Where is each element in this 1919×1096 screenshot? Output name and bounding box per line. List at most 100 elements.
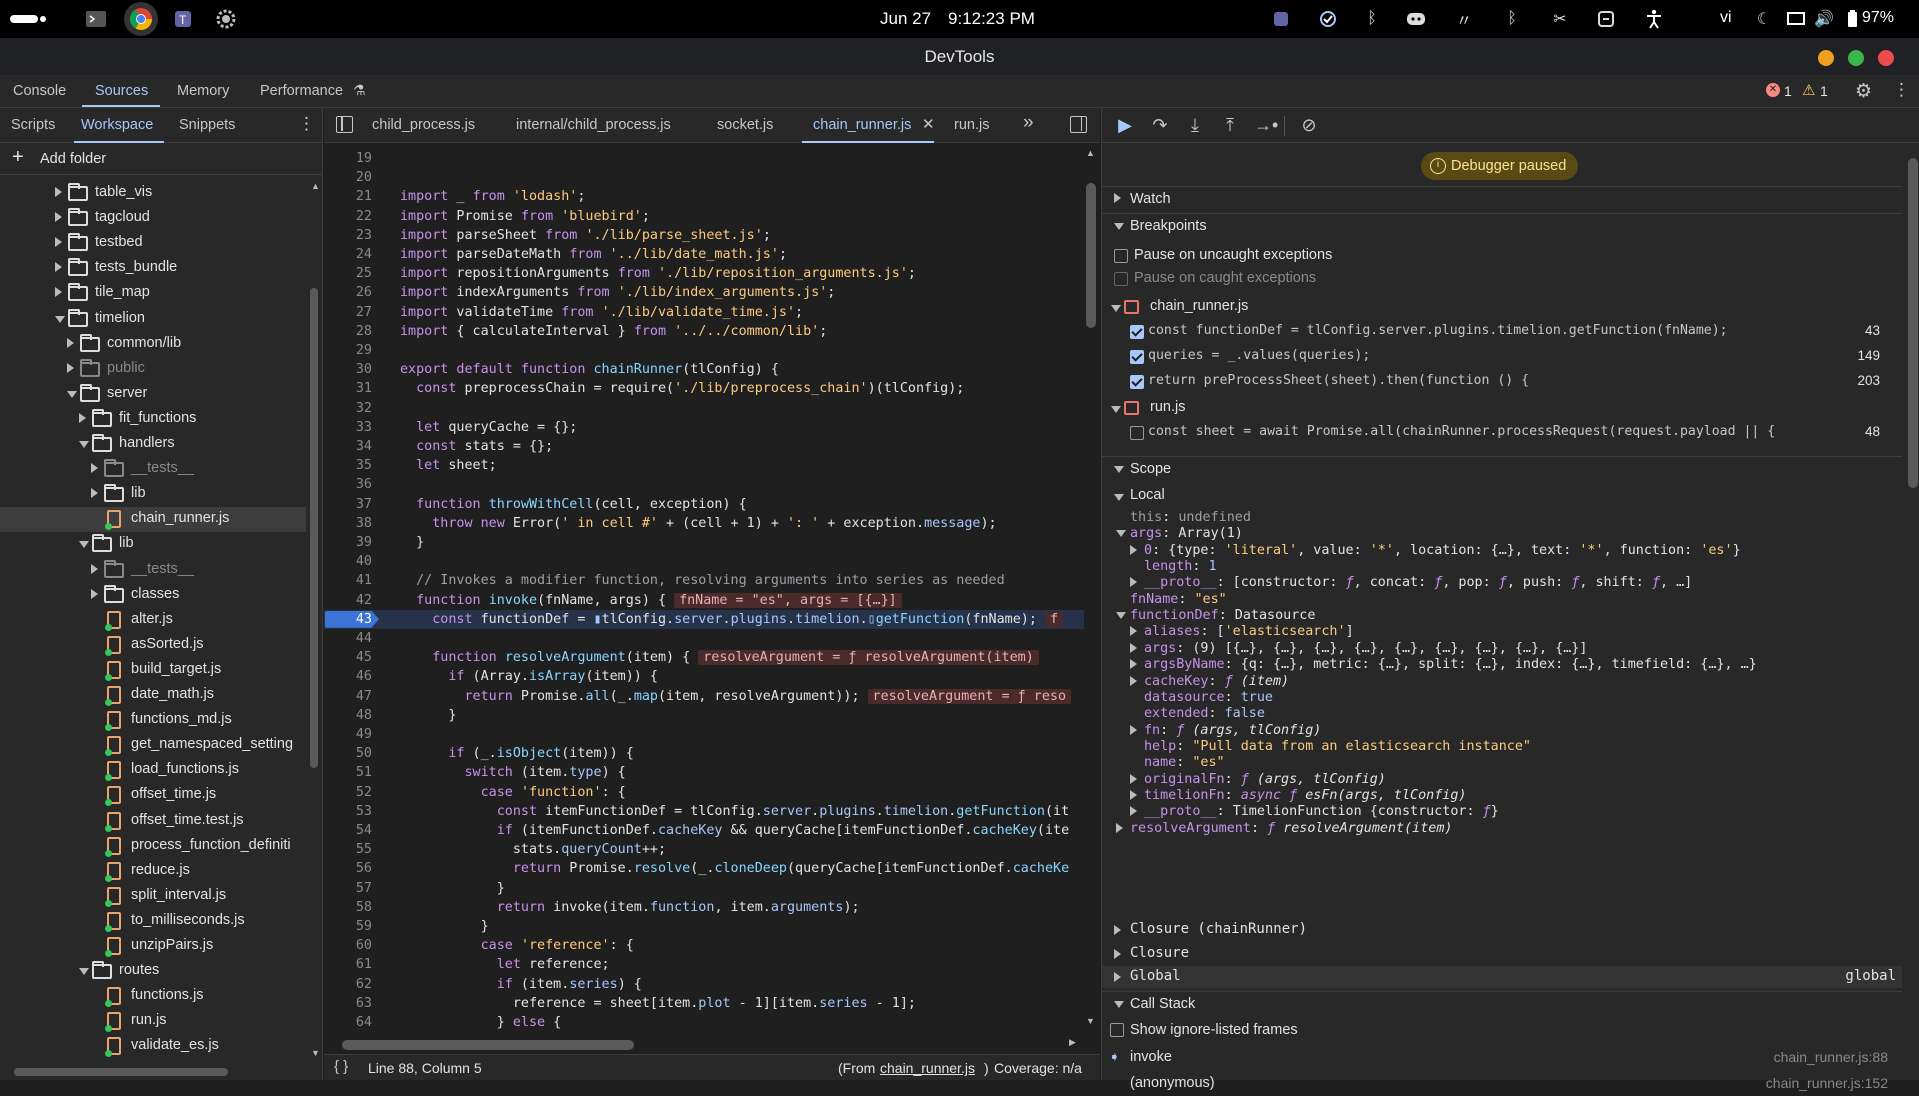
- line-number[interactable]: 48: [324, 706, 372, 725]
- error-icon[interactable]: ✕: [1766, 83, 1780, 97]
- breakpoint-item[interactable]: const sheet = await Promise.all(chainRun…: [1102, 422, 1902, 444]
- chevron-right-icon[interactable]: [1130, 642, 1137, 653]
- clock-date[interactable]: Jun 27: [880, 9, 931, 29]
- chevron-right-icon[interactable]: [1130, 724, 1137, 735]
- chevron-right-icon[interactable]: [91, 488, 98, 499]
- maximize-button[interactable]: [1848, 50, 1864, 66]
- code-line[interactable]: 59 }: [324, 917, 1084, 936]
- code-line[interactable]: 38 throw new Error(' in cell #' + (cell …: [324, 514, 1084, 533]
- code-line[interactable]: 57 }: [324, 879, 1084, 898]
- code-line[interactable]: 41 // Invokes a modifier function, resol…: [324, 571, 1084, 590]
- chevron-right-icon[interactable]: [91, 463, 98, 474]
- code-line[interactable]: 42 function invoke(fnName, args) {fnName…: [324, 591, 1084, 610]
- chevron-down-icon[interactable]: [55, 315, 65, 323]
- closure-row[interactable]: Closure: [1102, 943, 1902, 965]
- tree-file[interactable]: offset_time.test.js: [0, 809, 306, 834]
- toggle-navigator-icon[interactable]: [336, 116, 353, 133]
- call-frame[interactable]: ➧ invoke chain_runner.js:88: [1102, 1046, 1902, 1070]
- more-tabs-icon[interactable]: »: [1023, 112, 1034, 134]
- editor-tab-chain-runner[interactable]: chain_runner.js: [813, 117, 911, 133]
- code-line[interactable]: 33 let queryCache = {};: [324, 418, 1084, 437]
- chevron-right-icon[interactable]: [1130, 659, 1137, 670]
- tree-file[interactable]: run.js: [0, 1009, 306, 1034]
- tree-folder[interactable]: tagcloud: [0, 206, 306, 231]
- line-number[interactable]: 34: [324, 437, 372, 456]
- line-number[interactable]: 25: [324, 264, 372, 283]
- line-number[interactable]: 20: [324, 168, 372, 187]
- step-out-icon[interactable]: ⤒: [1219, 115, 1241, 137]
- chevron-right-icon[interactable]: [91, 588, 98, 599]
- breakpoint-item[interactable]: const functionDef = tlConfig.server.plug…: [1102, 321, 1902, 343]
- editor-tab-run[interactable]: run.js: [954, 117, 989, 133]
- line-number[interactable]: 31: [324, 379, 372, 398]
- breakpoint-item[interactable]: return preProcessSheet(sheet).then(funct…: [1102, 371, 1902, 393]
- navigator-more-icon[interactable]: ⋮: [298, 114, 315, 134]
- show-ignore-listed-checkbox[interactable]: [1110, 1023, 1124, 1037]
- code-line[interactable]: 19: [324, 149, 1084, 168]
- code-line[interactable]: 60 case 'reference': {: [324, 936, 1084, 955]
- line-number[interactable]: 60: [324, 936, 372, 955]
- line-number[interactable]: 44: [324, 629, 372, 648]
- tree-folder[interactable]: lib: [0, 482, 306, 507]
- chevron-right-icon[interactable]: [1130, 626, 1137, 637]
- tab-scripts[interactable]: Scripts: [11, 117, 55, 133]
- source-from-link[interactable]: chain_runner.js: [880, 1060, 975, 1076]
- chevron-down-icon[interactable]: [79, 441, 89, 448]
- add-folder-button[interactable]: + Add folder: [0, 143, 323, 175]
- code-line[interactable]: 39 }: [324, 533, 1084, 552]
- chevron-right-icon[interactable]: [55, 212, 62, 223]
- tree-folder[interactable]: routes: [0, 959, 306, 984]
- tree-file[interactable]: reduce.js: [0, 859, 306, 884]
- code-line[interactable]: 54 if (itemFunctionDef.cacheKey && query…: [324, 821, 1084, 840]
- sync-check-icon[interactable]: [1316, 7, 1340, 31]
- code-line[interactable]: 55 stats.queryCount++;: [324, 840, 1084, 859]
- line-number[interactable]: 29: [324, 341, 372, 360]
- scroll-down-icon[interactable]: ▼: [311, 1048, 320, 1058]
- accessibility-icon[interactable]: [1642, 7, 1666, 31]
- line-number[interactable]: 58: [324, 898, 372, 917]
- code-line[interactable]: 64 } else {: [324, 1013, 1084, 1032]
- tab-snippets[interactable]: Snippets: [179, 117, 235, 133]
- chevron-right-icon[interactable]: [1130, 773, 1137, 784]
- display-icon[interactable]: [1784, 7, 1808, 31]
- line-number[interactable]: 41: [324, 571, 372, 590]
- code-line[interactable]: 36: [324, 475, 1084, 494]
- step-into-icon[interactable]: ⤓: [1184, 115, 1206, 137]
- warning-count[interactable]: 1: [1820, 83, 1828, 99]
- chevron-right-icon[interactable]: [55, 187, 62, 197]
- code-line[interactable]: 26 import indexArguments from './lib/inde…: [324, 283, 1084, 302]
- editor-scroll-right-icon[interactable]: ▶: [1069, 1037, 1076, 1048]
- warning-icon[interactable]: ⚠: [1802, 81, 1815, 99]
- code-line[interactable]: 32: [324, 399, 1084, 418]
- code-line[interactable]: 27 import validateTime from './lib/valida…: [324, 303, 1084, 322]
- resume-icon[interactable]: ▶︎: [1114, 115, 1136, 137]
- tree-folder[interactable]: timelion: [0, 307, 306, 332]
- input-language[interactable]: vi: [1720, 9, 1732, 27]
- tree-file[interactable]: date_math.js: [0, 683, 306, 708]
- chevron-down-icon[interactable]: [79, 541, 89, 549]
- teams-tray-icon[interactable]: [1270, 7, 1294, 31]
- line-number[interactable]: 46: [324, 667, 372, 686]
- volume-icon[interactable]: 🔊: [1812, 7, 1836, 31]
- bluetooth-2-icon[interactable]: ᛒ: [1500, 7, 1524, 31]
- line-number[interactable]: 49: [324, 725, 372, 744]
- line-number[interactable]: 36: [324, 475, 372, 494]
- line-number[interactable]: 51: [324, 763, 372, 782]
- line-number[interactable]: 47: [324, 687, 372, 706]
- line-number[interactable]: 23: [324, 226, 372, 245]
- tree-folder[interactable]: server: [0, 382, 306, 407]
- chrome-icon[interactable]: [124, 2, 158, 36]
- navigator-hscrollbar[interactable]: [14, 1068, 228, 1076]
- tree-folder[interactable]: lib: [0, 532, 306, 557]
- breakpoint-item[interactable]: queries = _.values(queries); 149: [1102, 346, 1902, 368]
- terminal-icon[interactable]: [84, 7, 108, 31]
- breakpoint-file-header[interactable]: run.js: [1102, 397, 1902, 419]
- clock-time[interactable]: 9:12:23 PM: [948, 9, 1035, 29]
- code-line[interactable]: 46 if (Array.isArray(item)) {: [324, 667, 1084, 686]
- line-number[interactable]: 39: [324, 533, 372, 552]
- tree-file[interactable]: build_target.js: [0, 658, 306, 683]
- more-options-icon[interactable]: ⋮: [1893, 80, 1910, 100]
- chevron-right-icon[interactable]: [1130, 544, 1137, 555]
- tree-file[interactable]: alter.js: [0, 608, 306, 633]
- line-number[interactable]: 43: [324, 610, 372, 629]
